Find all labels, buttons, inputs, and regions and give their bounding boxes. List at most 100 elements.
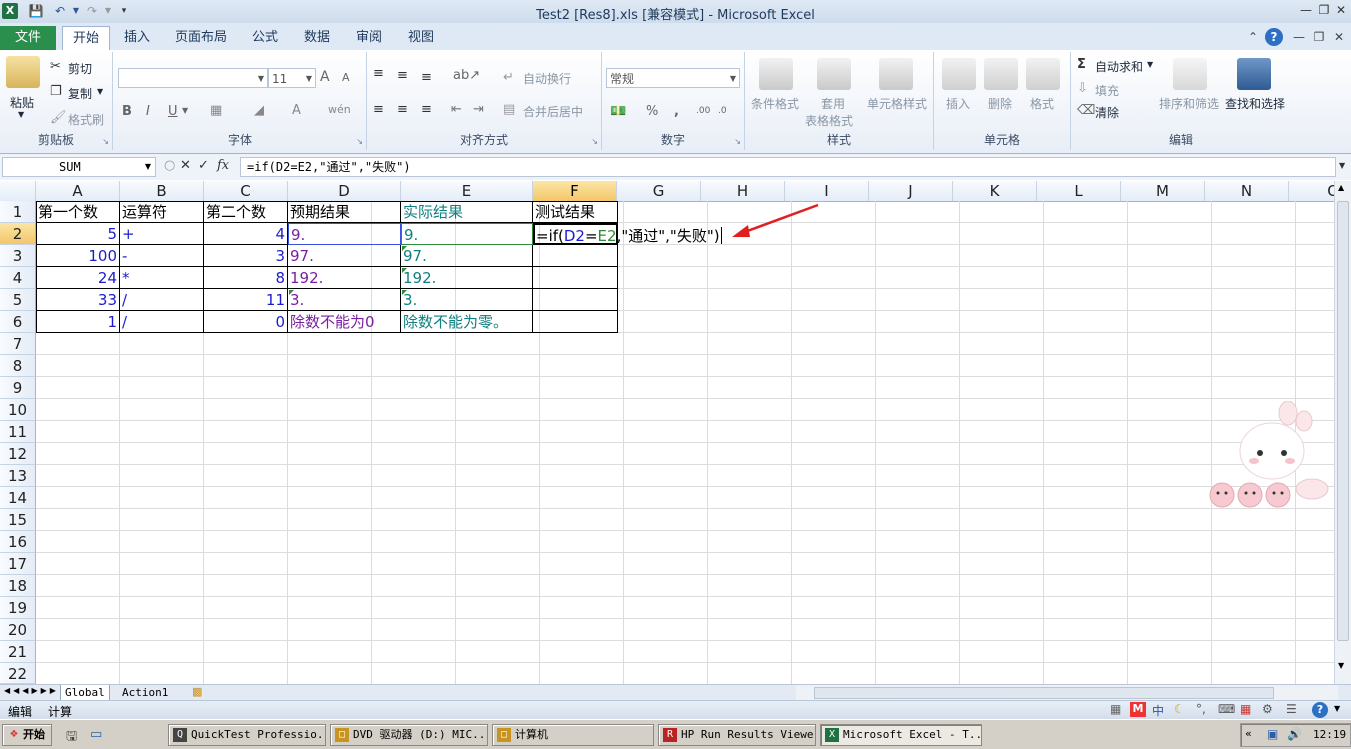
align-bottom-icon[interactable]: ≡	[421, 70, 432, 85]
ime-tools-icon[interactable]: ⚙	[1262, 702, 1273, 716]
cell-styles-button[interactable]: 单元格样式	[867, 95, 927, 112]
column-header[interactable]: L	[1037, 181, 1121, 201]
close-window-icon[interactable]: ✕	[1331, 2, 1351, 18]
format-as-table-label2[interactable]: 表格格式	[805, 112, 853, 129]
number-format-dropdown-icon[interactable]: ▼	[730, 69, 736, 89]
underline-button[interactable]: U	[168, 104, 178, 119]
font-size-combo[interactable]: 11 ▼	[268, 68, 316, 88]
error-indicator-icon[interactable]	[402, 246, 407, 251]
error-indicator-icon[interactable]	[289, 290, 294, 295]
tab-file[interactable]: 文件	[0, 26, 56, 50]
cancel-formula-icon[interactable]: ✕	[180, 158, 191, 173]
tray-collapse-icon[interactable]: «	[1245, 727, 1252, 740]
borders-icon[interactable]: ▦	[210, 103, 222, 118]
vertical-scrollbar[interactable]: ▲ ▼	[1334, 181, 1351, 685]
copy-button[interactable]: 复制	[68, 85, 92, 102]
insert-function-button[interactable]: fx	[217, 158, 229, 173]
scroll-down-icon[interactable]: ▼	[1338, 661, 1344, 670]
cell-a5[interactable]: 33	[36, 289, 120, 311]
fill-color-icon[interactable]: ◢	[254, 103, 264, 118]
font-size-dropdown-icon[interactable]: ▼	[306, 69, 312, 89]
autosum-dropdown-icon[interactable]: ▼	[1147, 60, 1153, 69]
merge-center-button[interactable]: 合并后居中	[523, 103, 583, 120]
horizontal-scroll-thumb[interactable]	[814, 687, 1274, 699]
cell-b5[interactable]: /	[120, 289, 204, 311]
row-header[interactable]: 3	[0, 245, 36, 267]
cell-c4[interactable]: 8	[204, 267, 288, 289]
ime-skin-icon[interactable]: ▦	[1240, 702, 1251, 716]
row-header[interactable]: 18	[0, 575, 36, 597]
vertical-scroll-thumb[interactable]	[1337, 201, 1349, 641]
paste-dropdown-icon[interactable]: ▼	[18, 110, 24, 119]
row-header[interactable]: 10	[0, 399, 36, 421]
copy-icon[interactable]: ❐	[50, 84, 62, 99]
autosum-icon[interactable]: Σ	[1077, 57, 1086, 72]
autosum-button[interactable]: 自动求和	[1095, 58, 1143, 75]
find-select-button[interactable]: 查找和选择	[1225, 95, 1285, 112]
cell-d6[interactable]: 除数不能为0	[288, 311, 401, 333]
merge-center-icon[interactable]: ▤	[503, 102, 515, 117]
shrink-font-button[interactable]: A	[342, 71, 350, 84]
row-header[interactable]: 20	[0, 619, 36, 641]
quicklaunch-show-desktop-icon[interactable]: 🖫	[66, 727, 77, 749]
cell-f4[interactable]	[533, 267, 618, 289]
row-header[interactable]: 17	[0, 553, 36, 575]
copy-dropdown-icon[interactable]: ▼	[97, 87, 103, 96]
cell-e1[interactable]: 实际结果	[401, 201, 533, 223]
find-select-icon[interactable]	[1237, 58, 1271, 90]
underline-dropdown-icon[interactable]: ▼	[182, 106, 188, 115]
start-button[interactable]: ❖ 开始	[2, 724, 52, 746]
sort-filter-icon[interactable]	[1173, 58, 1207, 90]
row-header[interactable]: 7	[0, 333, 36, 355]
bold-button[interactable]: B	[122, 104, 132, 119]
cell-f5[interactable]	[533, 289, 618, 311]
cut-button[interactable]: 剪切	[68, 60, 92, 77]
select-all-corner[interactable]	[0, 181, 36, 201]
cell-f3[interactable]	[533, 245, 618, 267]
row-header[interactable]: 6	[0, 311, 36, 333]
minimize-workbook-icon[interactable]: —	[1290, 28, 1308, 46]
cell-c2[interactable]: 4	[204, 223, 288, 245]
font-name-combo[interactable]: ▼	[118, 68, 268, 88]
row-header[interactable]: 15	[0, 509, 36, 531]
quicklaunch-ie-icon[interactable]: ▭	[90, 727, 102, 742]
expand-formula-bar-icon[interactable]: ▼	[1339, 161, 1345, 170]
scroll-up-icon[interactable]: ▲	[1338, 183, 1344, 192]
increase-indent-icon[interactable]: ⇥	[473, 102, 484, 117]
column-header[interactable]: D	[288, 181, 401, 201]
increase-decimal-icon[interactable]: .00	[696, 106, 710, 116]
cell-c6[interactable]: 0	[204, 311, 288, 333]
column-header[interactable]: C	[204, 181, 288, 201]
column-header[interactable]: N	[1205, 181, 1289, 201]
cell-c5[interactable]: 11	[204, 289, 288, 311]
cut-icon[interactable]: ✂	[50, 59, 61, 74]
wrap-text-button[interactable]: 自动换行	[523, 70, 571, 87]
cell-a1[interactable]: 第一个数	[36, 201, 120, 223]
fill-icon[interactable]: ⇩	[1077, 81, 1088, 96]
minimize-ribbon-icon[interactable]: ⌃	[1244, 28, 1262, 46]
decrease-indent-icon[interactable]: ⇤	[451, 102, 462, 117]
ime-settings-icon[interactable]: ☰	[1286, 702, 1297, 716]
cell-f6[interactable]	[533, 311, 618, 333]
cell-a2[interactable]: 5	[36, 223, 120, 245]
row-header[interactable]: 14	[0, 487, 36, 509]
format-as-table-icon[interactable]	[817, 58, 851, 90]
cell-d5[interactable]: 3.	[288, 289, 401, 311]
font-launcher-icon[interactable]: ↘	[356, 137, 363, 146]
tab-review[interactable]: 审阅	[348, 26, 390, 50]
insert-cells-button[interactable]: 插入	[946, 95, 970, 112]
ime-moon-icon[interactable]: ☾	[1174, 702, 1185, 716]
comma-button[interactable]: ,	[674, 104, 679, 119]
tab-view[interactable]: 视图	[400, 26, 442, 50]
close-workbook-icon[interactable]: ✕	[1330, 28, 1348, 46]
align-left-icon[interactable]: ≡	[373, 102, 384, 117]
number-launcher-icon[interactable]: ↘	[734, 137, 741, 146]
insert-cells-icon[interactable]	[942, 58, 976, 90]
clipboard-launcher-icon[interactable]: ↘	[102, 137, 109, 146]
ime-help-icon[interactable]: ?	[1312, 702, 1328, 718]
align-center-icon[interactable]: ≡	[397, 102, 408, 117]
formula-input[interactable]: =if(D2=E2,"通过","失败")	[240, 157, 1336, 177]
enter-formula-icon[interactable]: ✓	[198, 158, 209, 173]
tab-home[interactable]: 开始	[62, 26, 110, 51]
sheet-tab-action1[interactable]: Action1	[118, 685, 172, 700]
